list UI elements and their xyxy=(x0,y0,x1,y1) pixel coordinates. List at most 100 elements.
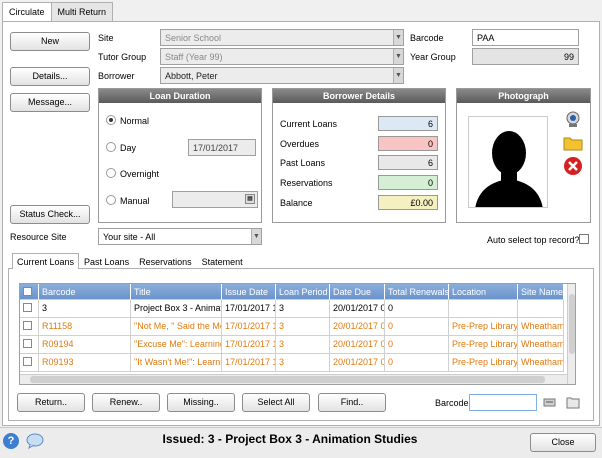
col-issue-date[interactable]: Issue Date xyxy=(222,284,276,300)
row-checkbox-cell xyxy=(20,354,39,372)
row-checkbox[interactable] xyxy=(23,357,32,366)
cell-due: 20/01/2017 0 xyxy=(330,318,385,336)
status-text: Issued: 3 - Project Box 3 - Animation St… xyxy=(162,432,418,446)
col-total-renewals[interactable]: Total Renewals xyxy=(385,284,449,300)
row-checkbox-cell xyxy=(20,318,39,336)
open-folder-icon[interactable] xyxy=(566,395,580,409)
main-tabs: Circulate Multi Return xyxy=(2,2,114,22)
cell-location xyxy=(449,300,518,318)
cell-site: Wheathampstead xyxy=(518,336,564,354)
select-all-button[interactable]: Select All xyxy=(242,393,310,412)
folder-icon[interactable] xyxy=(563,135,583,151)
cell-issue: 17/01/2017 1 xyxy=(222,300,276,318)
col-location[interactable]: Location xyxy=(449,284,518,300)
col-barcode[interactable]: Barcode xyxy=(39,284,131,300)
year-group-field: 99 xyxy=(472,48,579,65)
barcode-input[interactable]: PAA xyxy=(472,29,579,46)
table-row[interactable]: R11158"Not Me, " Said the Monkey17/01/20… xyxy=(20,318,564,336)
cell-renewals: 0 xyxy=(385,354,449,372)
resource-site-value: Your site - All xyxy=(103,232,156,242)
cell-issue: 17/01/2017 1 xyxy=(222,318,276,336)
status-bar: ? Issued: 3 - Project Box 3 - Animation … xyxy=(0,427,602,458)
col-date-due[interactable]: Date Due xyxy=(330,284,385,300)
delete-icon[interactable] xyxy=(563,156,583,176)
current-loans-value: 6 xyxy=(378,116,438,131)
table-row[interactable]: R09194 "Excuse Me": Learning 17/01/2017 13… xyxy=(20,336,564,354)
cell-title: Project Box 3 - Animation Studies xyxy=(131,300,222,318)
col-site-name[interactable]: Site Name xyxy=(518,284,564,300)
tab-past-loans[interactable]: Past Loans xyxy=(79,253,134,269)
table-row[interactable]: R09193"It Wasn't Me!": Learning17/01/201… xyxy=(20,354,564,372)
tutor-group-combo[interactable]: Staff (Year 99) ▼ xyxy=(160,48,404,65)
tab-multi-return[interactable]: Multi Return xyxy=(50,2,114,21)
normal-radio[interactable] xyxy=(106,115,116,125)
table-row[interactable]: 3Project Box 3 - Animation Studies17/01/… xyxy=(20,300,564,318)
find-button[interactable]: Find.. xyxy=(318,393,386,412)
status-check-button[interactable]: Status Check... xyxy=(10,205,90,224)
chevron-down-icon[interactable]: ▼ xyxy=(393,68,403,83)
col-title[interactable]: Title xyxy=(131,284,222,300)
close-button[interactable]: Close xyxy=(530,433,596,452)
cell-location: Pre-Prep Library xyxy=(449,354,518,372)
row-checkbox-cell xyxy=(20,300,39,318)
cell-site: Wheathampstead xyxy=(518,354,564,372)
manual-date-field[interactable]: ▦ xyxy=(172,191,258,208)
tab-reservations[interactable]: Reservations xyxy=(134,253,197,269)
resource-site-combo[interactable]: Your site - All ▼ xyxy=(98,228,262,245)
row-checkbox[interactable] xyxy=(23,339,32,348)
help-icon[interactable]: ? xyxy=(3,433,19,449)
bottom-barcode-input[interactable] xyxy=(469,394,537,411)
renew-button[interactable]: Renew.. xyxy=(92,393,160,412)
cell-barcode: R09193 xyxy=(39,354,131,372)
cell-due: 20/01/2017 0 xyxy=(330,300,385,318)
cell-location: Pre-Prep Library xyxy=(449,318,518,336)
row-checkbox[interactable] xyxy=(23,303,32,312)
loan-duration-title: Loan Duration xyxy=(99,89,261,103)
site-combo[interactable]: Senior School ▼ xyxy=(160,29,404,46)
chevron-down-icon[interactable]: ▼ xyxy=(393,30,403,45)
overdues-label: Overdues xyxy=(280,139,320,149)
chevron-down-icon[interactable]: ▼ xyxy=(393,49,403,64)
day-date-field[interactable]: 17/01/2017 xyxy=(188,139,256,156)
new-button[interactable]: New xyxy=(10,32,90,51)
tab-circulate[interactable]: Circulate xyxy=(2,2,52,22)
borrower-combo[interactable]: Abbott, Peter ▼ xyxy=(160,67,404,84)
scanner-icon[interactable] xyxy=(543,397,556,408)
cell-title: "Not Me, " Said the Monkey xyxy=(131,318,222,336)
cell-period: 3 xyxy=(276,336,330,354)
vertical-scrollbar[interactable] xyxy=(567,284,575,384)
scrollbar-thumb[interactable] xyxy=(30,376,545,383)
overdues-value: 0 xyxy=(378,136,438,151)
day-radio[interactable] xyxy=(106,142,116,152)
col-loan-period[interactable]: Loan Period xyxy=(276,284,330,300)
webcam-icon[interactable] xyxy=(564,110,582,128)
horizontal-scrollbar[interactable] xyxy=(20,374,567,384)
select-all-checkbox-cell[interactable] xyxy=(20,284,39,300)
details-button[interactable]: Details... xyxy=(10,67,90,86)
cell-renewals: 0 xyxy=(385,336,449,354)
chat-icon[interactable] xyxy=(26,433,44,450)
header-checkbox[interactable] xyxy=(23,287,32,296)
tab-statement[interactable]: Statement xyxy=(197,253,248,269)
cell-renewals: 0 xyxy=(385,318,449,336)
reservations-label: Reservations xyxy=(280,178,333,188)
manual-radio[interactable] xyxy=(106,195,116,205)
cell-barcode: R09194 xyxy=(39,336,131,354)
auto-select-label: Auto select top record? xyxy=(487,235,580,245)
overnight-radio[interactable] xyxy=(106,168,116,178)
past-loans-value: 6 xyxy=(378,155,438,170)
chevron-down-icon[interactable]: ▼ xyxy=(251,229,261,244)
cell-title: "Excuse Me": Learning xyxy=(131,336,222,354)
message-button[interactable]: Message... xyxy=(10,93,90,112)
missing-button[interactable]: Missing.. xyxy=(167,393,235,412)
auto-select-checkbox[interactable] xyxy=(579,234,589,244)
row-checkbox[interactable] xyxy=(23,321,32,330)
return-button[interactable]: Return.. xyxy=(17,393,85,412)
site-value: Senior School xyxy=(165,33,222,43)
cell-issue: 17/01/2017 1 xyxy=(222,354,276,372)
cell-title: "It Wasn't Me!": Learning xyxy=(131,354,222,372)
tab-current-loans[interactable]: Current Loans xyxy=(12,253,80,269)
vscrollbar-thumb[interactable] xyxy=(569,294,575,354)
loans-tabs: Current Loans Past Loans Reservations St… xyxy=(12,253,248,269)
calendar-icon[interactable]: ▦ xyxy=(245,194,255,204)
